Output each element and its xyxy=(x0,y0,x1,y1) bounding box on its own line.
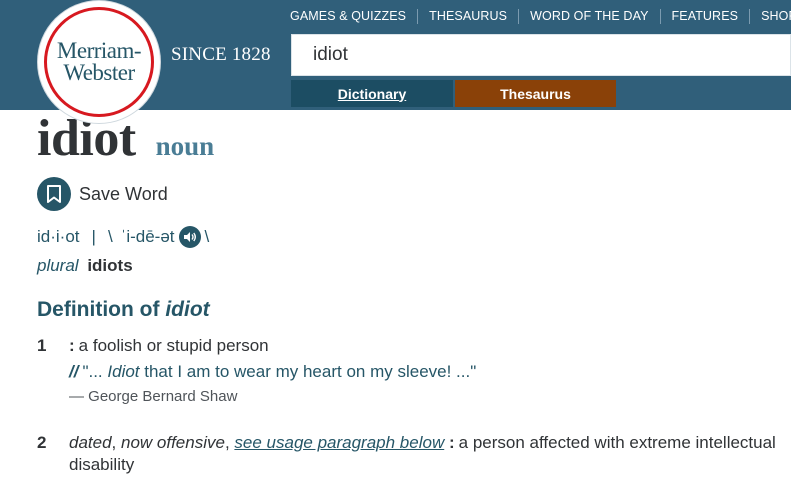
nav-features[interactable]: FEATURES xyxy=(661,8,750,24)
sense-2-definition: dated, now offensive, see usage paragrap… xyxy=(69,432,784,476)
part-of-speech[interactable]: noun xyxy=(156,131,215,162)
plural-word: idiots xyxy=(87,256,133,275)
label-comma: , xyxy=(224,433,235,452)
merriam-webster-logo[interactable]: Merriam- Webster xyxy=(38,1,160,123)
tab-thesaurus[interactable]: Thesaurus xyxy=(455,80,616,107)
pronunciation-slash-open: \ xyxy=(107,227,113,246)
definition-heading-word: idiot xyxy=(165,298,210,321)
sense-1-definition: :a foolish or stupid person xyxy=(69,335,269,357)
save-word-button[interactable]: Save Word xyxy=(37,177,168,211)
logo-text-line1: Merriam- xyxy=(56,38,142,63)
quote-marker: // xyxy=(69,362,79,381)
plural-form: plural idiots xyxy=(37,256,133,276)
pronunciation-row: id·i·ot | \ ˈi-dē-ət \ xyxy=(37,226,209,248)
nav-games-quizzes[interactable]: GAMES & QUIZZES xyxy=(279,8,417,24)
save-word-label[interactable]: Save Word xyxy=(79,184,168,205)
pronunciation-slash-close: \ xyxy=(204,227,210,246)
logo-text-line2: Webster xyxy=(63,60,135,85)
usage-label-dated: dated xyxy=(69,433,112,452)
entry-header: idiot noun xyxy=(37,108,214,170)
nav-thesaurus[interactable]: THESAURUS xyxy=(418,8,518,24)
sense-number-1: 1 xyxy=(37,336,47,355)
sense-1-example-quote: //"... Idiot that I am to wear my heart … xyxy=(69,362,476,382)
quote-open: "... xyxy=(82,362,108,381)
definition-colon: : xyxy=(448,433,455,452)
pronunciation-text: ˈi-dē-ət xyxy=(120,227,175,246)
logo-ring: Merriam- Webster xyxy=(44,7,154,117)
bookmark-icon[interactable] xyxy=(37,177,71,211)
speaker-icon[interactable] xyxy=(178,226,201,248)
tab-dictionary[interactable]: Dictionary xyxy=(291,80,453,107)
usage-label-offensive: now offensive xyxy=(121,433,225,452)
usage-paragraph-link[interactable]: see usage paragraph below xyxy=(234,433,444,452)
definition-colon: : xyxy=(69,336,75,355)
quote-attribution: — George Bernard Shaw xyxy=(69,388,238,405)
definition-heading: Definition of idiot xyxy=(37,298,210,322)
label-comma: , xyxy=(111,433,121,452)
search-box[interactable] xyxy=(291,34,791,76)
quote-headword: Idiot xyxy=(107,362,140,381)
sense-number-2: 2 xyxy=(37,433,47,452)
definition-heading-prefix: Definition of xyxy=(37,298,160,321)
nav-word-of-the-day[interactable]: WORD OF THE DAY xyxy=(519,8,659,24)
search-input[interactable] xyxy=(313,44,790,66)
pronunciation-separator: | xyxy=(91,227,96,246)
nav-shop[interactable]: SHOP xyxy=(750,8,791,24)
sense-1-text: a foolish or stupid person xyxy=(78,336,269,355)
plural-label: plural xyxy=(37,256,79,275)
top-navigation: GAMES & QUIZZES THESAURUS WORD OF THE DA… xyxy=(279,8,791,24)
quote-rest: that I am to wear my heart on my sleeve!… xyxy=(139,362,477,381)
since-1828-tagline: SINCE 1828 xyxy=(171,44,271,65)
syllables: id·i·ot xyxy=(37,227,80,246)
